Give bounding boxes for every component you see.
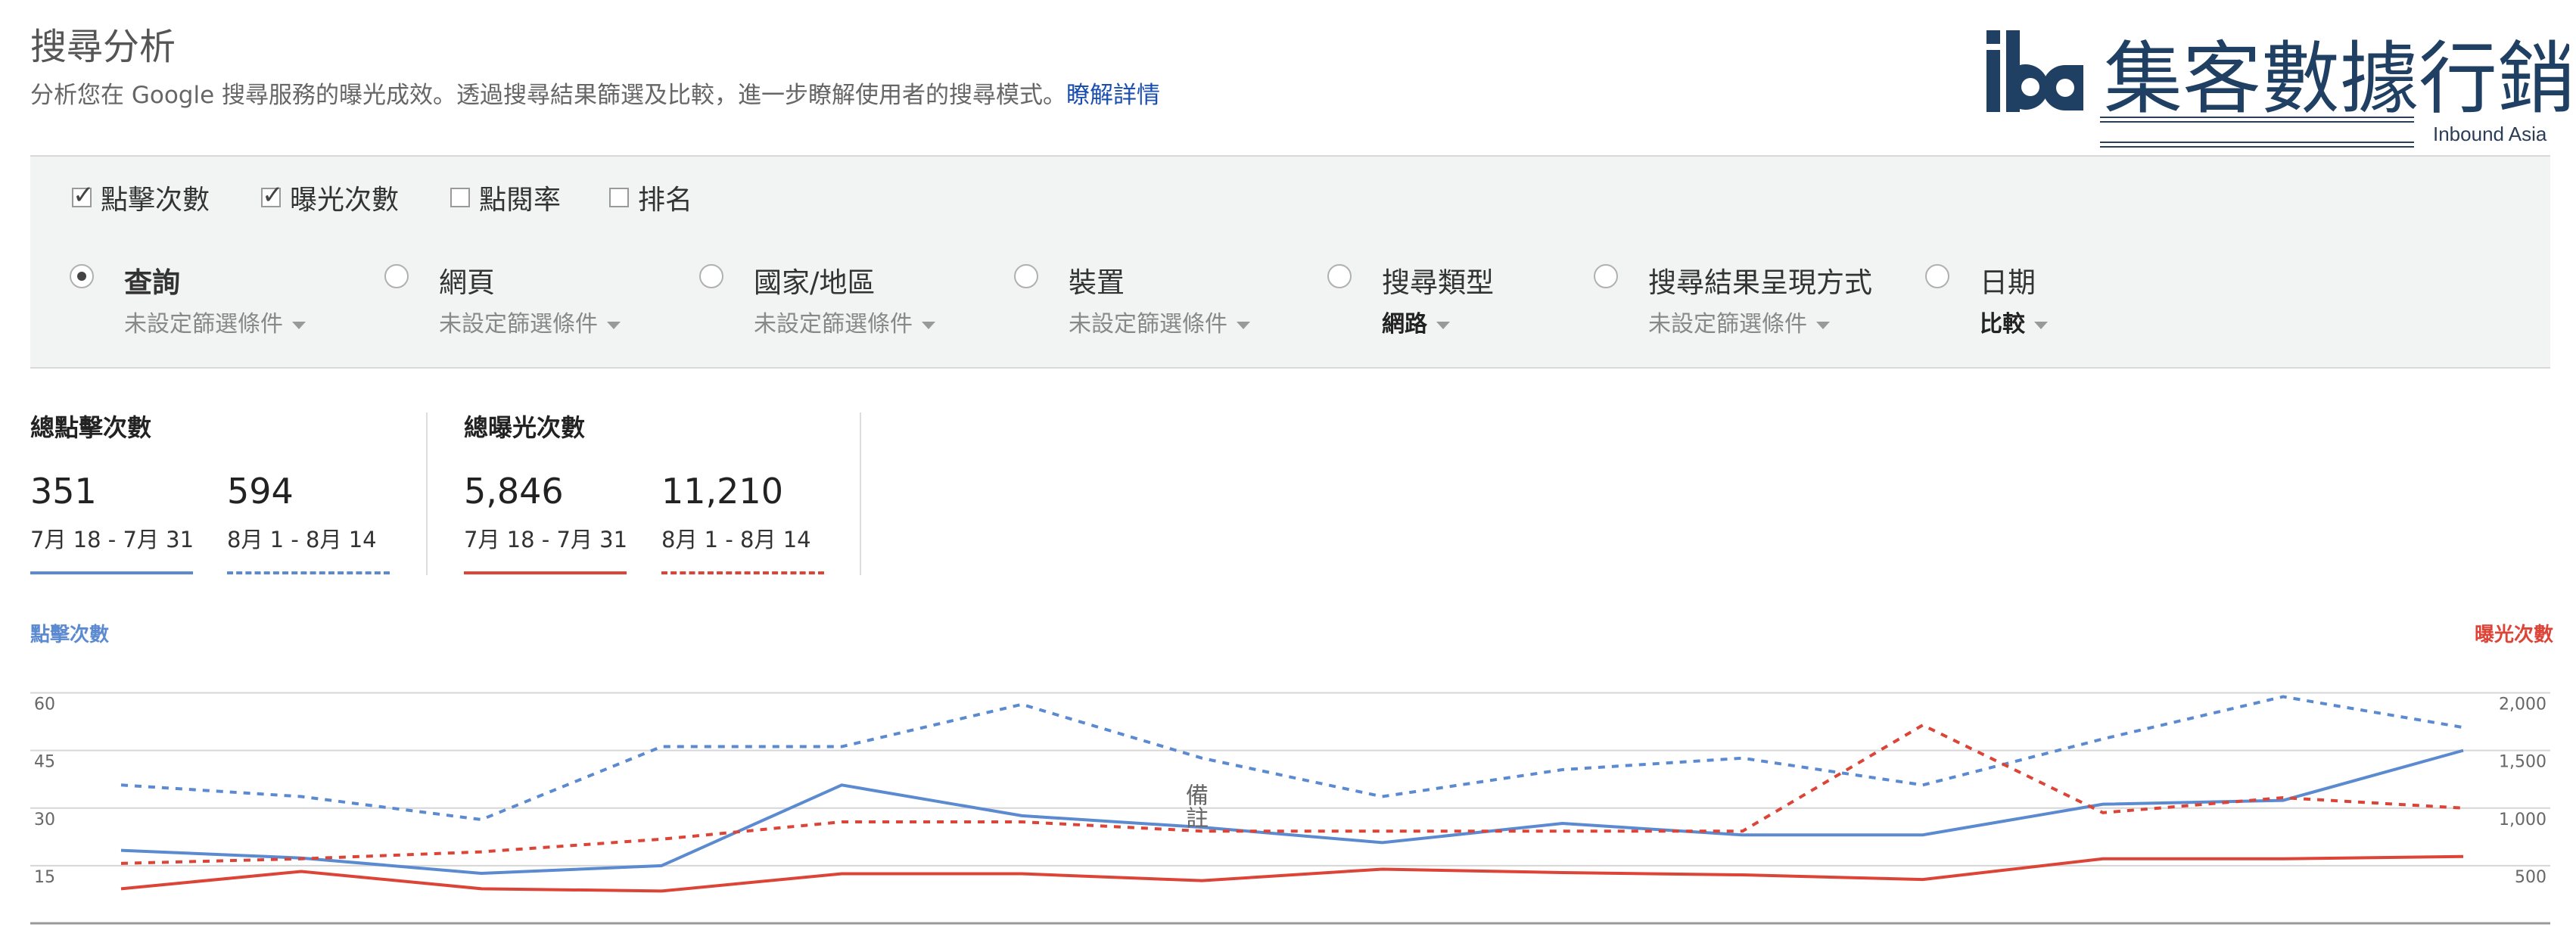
left-axis-tick-label: 15	[34, 868, 55, 887]
left-axis-tick-label: 30	[34, 811, 55, 829]
checkbox-icon[interactable]	[261, 180, 284, 210]
performance-line-chart: 15 30 45 60 500 1,000 1,500 2,000 備註	[30, 692, 2550, 925]
filter-text: 未設定篩選條件	[754, 311, 913, 338]
metrics-bar: 點擊次數 曝光次數 點閱率 排名	[30, 155, 2550, 232]
metric-label: 曝光次數	[290, 185, 400, 216]
dimension-filter-dropdown[interactable]: 未設定篩選條件	[439, 305, 621, 338]
right-axis-tick-label: 1,000	[2499, 811, 2546, 829]
summary-divider	[860, 412, 861, 575]
date-range-period2: 8月 1 - 8月 14	[661, 527, 811, 552]
metric-label: 排名	[638, 185, 693, 216]
left-axis-tick-label: 45	[34, 753, 55, 772]
caret-down-icon	[607, 321, 621, 329]
metric-impressions-checkbox[interactable]: 曝光次數	[261, 178, 399, 217]
checkbox-icon[interactable]	[72, 180, 95, 210]
impressions-period1-legend-line	[464, 571, 627, 574]
dimension-filter-dropdown[interactable]: 未設定篩選條件	[1648, 305, 1830, 338]
right-axis-tick-label: 1,500	[2499, 753, 2546, 772]
radio-icon[interactable]	[1327, 264, 1352, 288]
dimension-filter-dropdown[interactable]: 未設定篩選條件	[1069, 305, 1250, 338]
filter-text: 未設定篩選條件	[1648, 311, 1807, 338]
total-impressions-value-period2: 11,210	[661, 471, 783, 512]
total-clicks-value-period2: 594	[227, 471, 294, 512]
right-axis-title: 曝光次數	[2474, 624, 2553, 646]
impressions-period2-line[interactable]	[120, 723, 2464, 865]
left-axis-title: 點擊次數	[30, 624, 110, 646]
dimension-label: 日期	[1980, 266, 2036, 299]
right-axis-tick-label: 2,000	[2499, 695, 2546, 714]
dimension-filter-dropdown[interactable]: 未設定篩選條件	[124, 305, 306, 338]
clicks-period2-line[interactable]	[120, 695, 2464, 822]
dimension-filter-dropdown[interactable]: 未設定篩選條件	[754, 305, 935, 338]
checkbox-icon[interactable]	[609, 188, 629, 207]
radio-icon[interactable]	[1594, 264, 1618, 288]
left-axis-tick-label: 60	[34, 695, 55, 714]
date-range-period1: 7月 18 - 7月 31	[464, 527, 628, 552]
radio-icon[interactable]	[1014, 264, 1038, 288]
clicks-period1-line[interactable]	[120, 748, 2464, 876]
filter-text: 未設定篩選條件	[439, 311, 598, 338]
dimension-label: 國家/地區	[754, 266, 876, 299]
page-subtitle: 分析您在 Google 搜尋服務的曝光成效。透過搜尋結果篩選及比較，進一步瞭解使…	[30, 76, 1160, 110]
metric-ctr-checkbox[interactable]: 點閱率	[450, 178, 561, 217]
caret-down-icon	[1237, 321, 1250, 329]
dimension-label: 網頁	[439, 266, 495, 299]
radio-icon[interactable]	[1925, 264, 1949, 288]
logo-tagline: Inbound Asia	[2433, 123, 2547, 145]
dimension-filter-dropdown[interactable]: 比較	[1980, 305, 2048, 338]
date-range-period1: 7月 18 - 7月 31	[30, 527, 194, 552]
metric-position-checkbox[interactable]: 排名	[609, 178, 692, 217]
right-axis-tick-label: 500	[2515, 868, 2546, 887]
radio-icon[interactable]	[699, 264, 723, 288]
caret-down-icon	[292, 321, 306, 329]
dimensions-bar: 查詢 未設定篩選條件 網頁 未設定篩選條件 國家/地區 未設定篩選條件 裝置 未…	[30, 231, 2550, 369]
caret-down-icon	[2034, 321, 2048, 329]
radio-selected-icon[interactable]	[70, 264, 94, 288]
total-impressions-value-period1: 5,846	[464, 471, 564, 512]
filter-text: 未設定篩選條件	[1069, 311, 1227, 338]
filter-text: 未設定篩選條件	[124, 311, 283, 338]
dimension-label: 搜尋類型	[1382, 266, 1494, 299]
metric-clicks-checkbox[interactable]: 點擊次數	[72, 178, 210, 217]
filter-text: 比較	[1980, 311, 2025, 338]
metric-label: 點閱率	[479, 185, 562, 216]
impressions-period2-legend-line	[661, 571, 824, 574]
checkbox-icon[interactable]	[450, 188, 470, 207]
learn-more-link[interactable]: 瞭解詳情	[1066, 82, 1160, 109]
logo: 集客數據行銷 Inbound Asia	[1986, 23, 2576, 155]
filter-text: 網路	[1382, 311, 1427, 338]
radio-icon[interactable]	[384, 264, 409, 288]
caret-down-icon	[922, 321, 935, 329]
page-title: 搜尋分析	[30, 26, 176, 68]
total-clicks-value-period1: 351	[30, 471, 97, 512]
total-clicks-title: 總點擊次數	[30, 413, 152, 442]
subtitle-text: 分析您在 Google 搜尋服務的曝光成效。透過搜尋結果篩選及比較，進一步瞭解使…	[30, 82, 1067, 109]
dimension-label: 查詢	[124, 266, 180, 299]
dimension-label: 搜尋結果呈現方式	[1648, 266, 1872, 299]
total-impressions-title: 總曝光次數	[464, 413, 586, 442]
dimension-filter-dropdown[interactable]: 網路	[1382, 305, 1450, 338]
clicks-period2-legend-line	[227, 571, 390, 574]
caret-down-icon	[1436, 321, 1450, 329]
caret-down-icon	[1816, 321, 1830, 329]
annotation-note[interactable]: 備註	[1181, 783, 1209, 829]
logo-name: 集客數據行銷	[2104, 33, 2569, 125]
summary-divider	[426, 412, 428, 575]
dimension-label: 裝置	[1069, 266, 1125, 299]
date-range-period2: 8月 1 - 8月 14	[227, 527, 377, 552]
clicks-period1-legend-line	[30, 571, 193, 574]
metric-label: 點擊次數	[101, 185, 210, 216]
